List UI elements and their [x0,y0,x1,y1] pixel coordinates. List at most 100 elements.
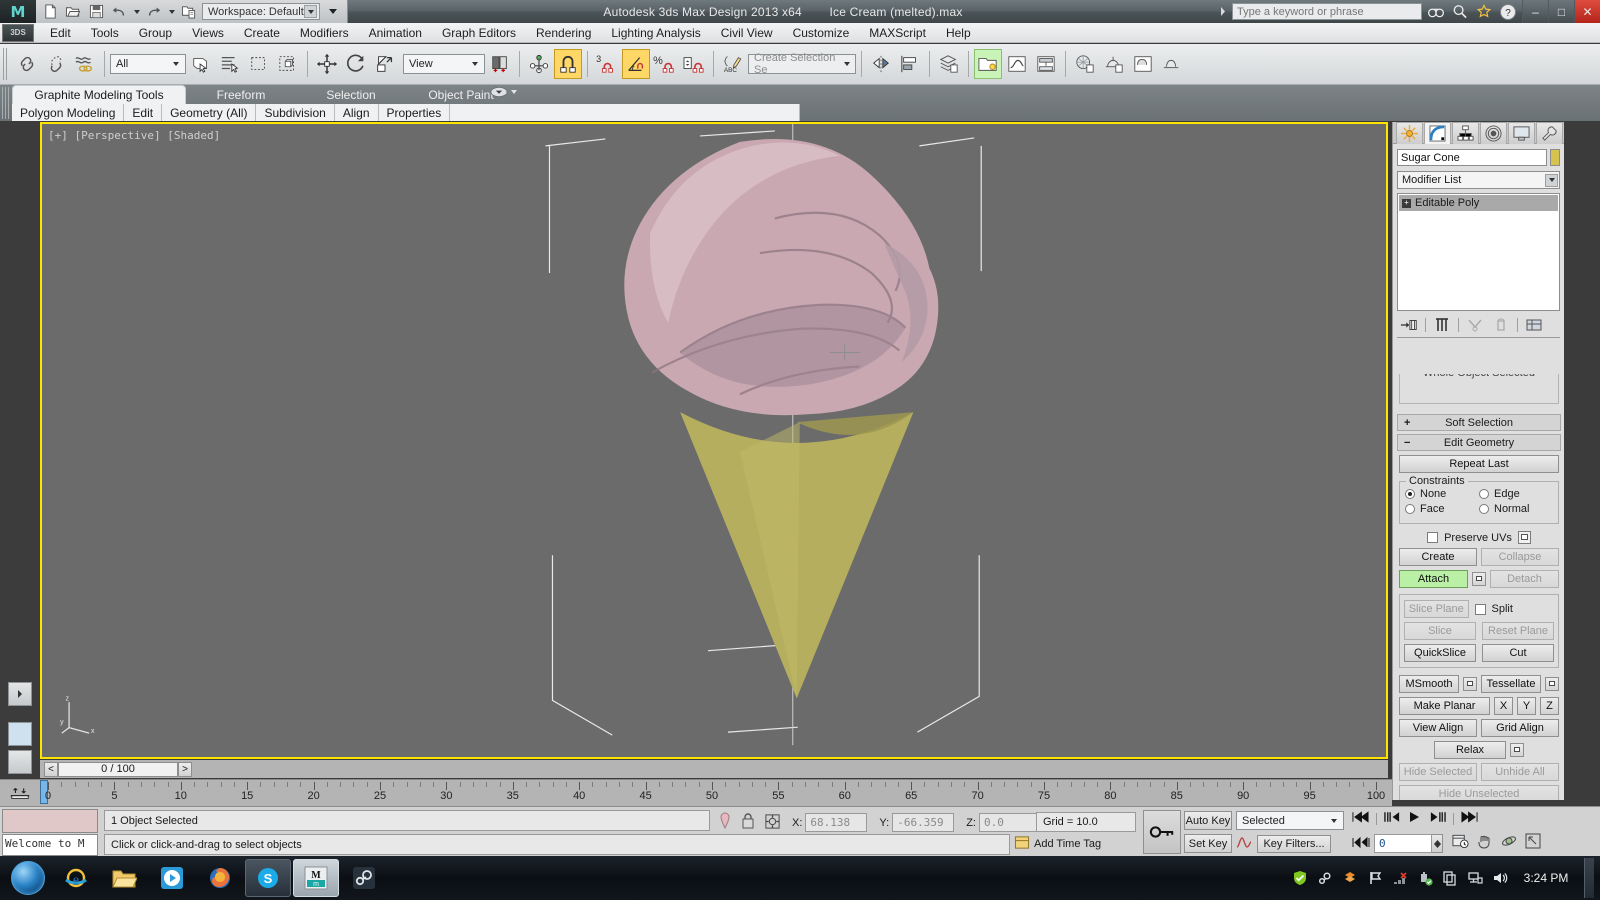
current-frame-field[interactable]: 0 [1374,834,1432,853]
radio-none[interactable] [1405,489,1415,499]
save-file-icon[interactable] [86,2,106,21]
make-planar-z-button[interactable]: Z [1540,697,1559,715]
search-expand-icon[interactable] [1218,2,1228,21]
undo-dropdown-icon[interactable] [132,2,141,21]
align-icon[interactable] [896,49,924,79]
ribbon-panel-geometry-all[interactable]: Geometry (All) [162,104,257,121]
select-by-name-icon[interactable] [216,49,244,79]
radio-face[interactable] [1405,504,1415,514]
ribbon-tab-selection[interactable]: Selection [296,85,406,104]
favorites-star-icon[interactable] [1474,2,1494,22]
redo-icon[interactable] [144,2,164,21]
menu-item-rendering[interactable]: Rendering [526,24,601,42]
search-input[interactable]: Type a keyword or phrase [1232,3,1422,20]
menu-item-help[interactable]: Help [936,24,981,42]
go-to-end-icon[interactable] [1461,811,1478,826]
set-key-button[interactable]: Set Key [1184,834,1232,853]
percent-snap-toggle-icon[interactable]: % [651,49,679,79]
ribbon-minimize-control[interactable] [490,86,517,98]
curve-editor-icon[interactable] [1003,49,1031,79]
key-filters-button[interactable]: Key Filters... [1257,835,1331,853]
make-planar-y-button[interactable]: Y [1517,697,1536,715]
tray-steam-icon[interactable] [1317,870,1333,886]
menu-item-animation[interactable]: Animation [359,24,432,42]
unlink-selection-icon[interactable] [42,49,70,79]
radio-edge[interactable] [1479,489,1489,499]
time-slider[interactable]: < 0 / 100 > [40,760,1388,778]
relax-button[interactable]: Relax [1434,741,1506,759]
tessellate-button[interactable]: Tessellate [1481,675,1541,693]
ribbon-tab-freeform[interactable]: Freeform [186,85,296,104]
make-planar-button[interactable]: Make Planar [1399,697,1490,715]
help-icon[interactable]: ? [1498,2,1518,22]
menu-app-icon[interactable]: 3DS [2,23,34,42]
close-button[interactable]: ✕ [1574,0,1600,23]
make-unique-icon[interactable] [1463,316,1487,334]
set-project-folder-icon[interactable] [179,2,199,21]
expand-left-toolbar-button[interactable] [8,682,32,706]
pan-hand-icon[interactable] [1477,833,1493,852]
left-tool-slot-2[interactable] [8,750,32,774]
snaps-toggle-icon[interactable] [554,49,582,79]
ribbon-panel-properties[interactable]: Properties [378,104,451,121]
attach-settings-icon[interactable] [1472,572,1486,586]
cut-button[interactable]: Cut [1482,644,1554,662]
time-tag-icon[interactable] [1014,835,1030,853]
menu-item-create[interactable]: Create [234,24,290,42]
mirror-icon[interactable] [867,49,895,79]
radio-normal[interactable] [1479,504,1489,514]
minimize-button[interactable]: – [1522,0,1548,23]
menu-item-graph-editors[interactable]: Graph Editors [432,24,526,42]
auto-key-button[interactable]: Auto Key [1184,811,1232,830]
rollout-edit-geometry[interactable]: − Edit Geometry [1397,434,1561,451]
tray-network-icon[interactable] [1467,870,1483,886]
repeat-last-button[interactable]: Repeat Last [1399,455,1559,473]
render-production-icon[interactable] [1158,49,1186,79]
select-and-rotate-icon[interactable] [342,49,370,79]
ribbon-panel-subdivision[interactable]: Subdivision [256,104,335,121]
tab-modify[interactable] [1424,122,1451,144]
msmooth-settings-icon[interactable] [1463,677,1477,691]
taskbar-item-media-player[interactable] [149,859,195,897]
toggle-scene-explorer-icon[interactable] [974,49,1002,79]
ribbon-tab-graphite-modeling-tools[interactable]: Graphite Modeling Tools [12,85,186,104]
taskbar-item-steam[interactable] [341,859,387,897]
tray-action-center-flag-icon[interactable] [1367,870,1383,886]
tab-utilities[interactable] [1536,122,1563,144]
hide-selected-button[interactable]: Hide Selected [1399,763,1477,781]
y-coordinate-field[interactable]: -66.359 [892,813,955,832]
select-and-move-icon[interactable] [313,49,341,79]
reference-coordinate-combo[interactable]: View [403,54,485,74]
key-mode-combo[interactable]: Selected [1236,811,1344,830]
menu-item-modifiers[interactable]: Modifiers [290,24,359,42]
use-pivot-point-center-icon[interactable] [486,49,514,79]
viewport-label[interactable]: [+] [Perspective] [Shaded] [48,129,220,142]
add-time-tag-label[interactable]: Add Time Tag [1034,838,1101,850]
constraint-option-none[interactable]: None [1405,488,1479,500]
named-selection-sets-dropdown-icon[interactable] [841,56,853,72]
schematic-view-icon[interactable] [1032,49,1060,79]
select-and-scale-icon[interactable] [371,49,399,79]
detach-button[interactable]: Detach [1490,570,1559,588]
select-and-link-icon[interactable] [13,49,41,79]
render-setup-icon[interactable] [1100,49,1128,79]
hide-unselected-button[interactable]: Hide Unselected [1399,785,1559,800]
constraint-option-face[interactable]: Face [1405,503,1479,515]
time-configuration-icon[interactable] [1452,833,1469,852]
next-frame-icon[interactable] [1429,811,1446,826]
time-slider-prev-arrow[interactable]: < [44,761,58,777]
named-selection-sets-combo[interactable]: Create Selection Se [748,52,856,76]
workspace-dropdown-icon[interactable] [304,5,317,18]
slice-plane-button[interactable]: Slice Plane [1404,600,1469,618]
configure-modifier-sets-icon[interactable] [1522,316,1546,334]
x-coordinate-field[interactable]: 68.138 [805,813,868,832]
view-align-button[interactable]: View Align [1399,719,1477,737]
menu-item-customize[interactable]: Customize [783,24,860,42]
rendered-frame-window-icon[interactable] [1129,49,1157,79]
modifier-stack-item-editable-poly[interactable]: + Editable Poly [1399,195,1558,211]
expand-modifier-icon[interactable]: + [1402,198,1411,208]
selection-filter-dropdown-icon[interactable] [169,56,183,72]
tray-dropbox-icon[interactable] [1342,870,1358,886]
edit-named-selection-sets-icon[interactable]: ABC [719,49,747,79]
menu-item-views[interactable]: Views [182,24,234,42]
